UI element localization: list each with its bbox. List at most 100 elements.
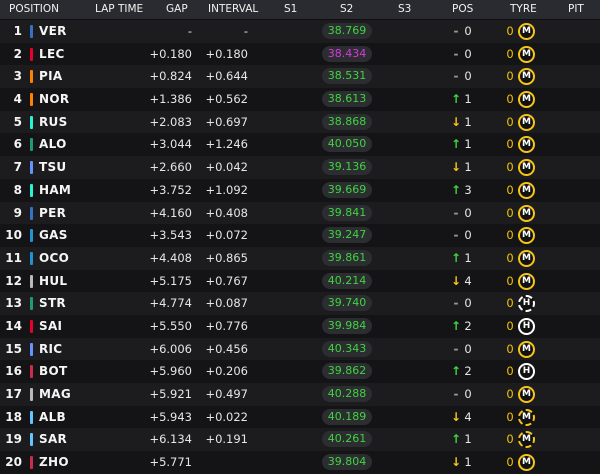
header-gap[interactable]: GAP [166, 0, 188, 19]
pit-count: 0 [506, 160, 514, 175]
table-row[interactable]: 5 RUS +2.083 +0.697 38.868 ↓ 1 0 M [0, 110, 600, 134]
driver-code: GAS [39, 228, 68, 243]
pit-count: 0 [506, 273, 514, 288]
pit-count: 0 [506, 455, 514, 470]
position-number: 6 [13, 137, 22, 152]
pit-count: 0 [506, 92, 514, 107]
table-row[interactable]: 12 HUL +5.175 +0.767 40.214 ↓ 4 0 M [0, 269, 600, 293]
interval-value: +0.206 [205, 364, 248, 379]
interval-value: +0.776 [205, 318, 248, 333]
team-color-bar [30, 456, 33, 470]
table-row[interactable]: 8 HAM +3.752 +1.092 39.669 ↑ 3 0 M [0, 178, 600, 202]
position-change-value: 0 [464, 69, 472, 84]
interval-value: +0.087 [205, 296, 248, 311]
team-color-bar [30, 25, 33, 38]
interval-value: - [243, 24, 248, 38]
s2-sector-time: 39.247 [322, 227, 372, 244]
gap-value: +0.824 [149, 69, 192, 84]
team-color-bar [30, 161, 33, 175]
table-row[interactable]: 14 SAI +5.550 +0.776 39.984 ↑ 2 0 H [0, 314, 600, 338]
team-color-bar [30, 138, 33, 152]
position-change-icon: - [453, 24, 459, 38]
s2-sector-time: 39.804 [322, 454, 372, 471]
s2-sector-time: 40.214 [322, 272, 372, 289]
pit-count: 0 [506, 296, 514, 311]
table-row[interactable]: 20 ZHO +5.771 39.804 ↓ 1 0 M [0, 451, 600, 474]
tyre-compound-icon: M [518, 204, 535, 222]
table-row[interactable]: 4 NOR +1.386 +0.562 38.613 ↑ 1 0 M [0, 88, 600, 111]
position-number: 5 [13, 114, 22, 129]
tyre-compound-icon: M [518, 249, 535, 267]
s2-sector-time: 38.868 [322, 113, 372, 130]
interval-value: +0.767 [205, 273, 248, 288]
position-number: 7 [13, 160, 22, 175]
tyre-compound-icon: M [518, 23, 535, 40]
tyre-compound-icon: H [518, 363, 535, 381]
team-color-bar [30, 229, 33, 243]
position-change-icon: - [453, 296, 459, 311]
tyre-compound-icon: M [518, 340, 535, 358]
pit-count: 0 [506, 318, 514, 333]
tyre-compound-icon: M [518, 159, 535, 177]
header-s2[interactable]: S2 [340, 0, 353, 19]
table-row[interactable]: 9 PER +4.160 +0.408 39.841 - 0 0 M [0, 201, 600, 225]
position-number: 8 [13, 182, 22, 197]
gap-value: +5.550 [149, 318, 192, 333]
driver-code: LEC [39, 46, 65, 61]
table-row[interactable]: 18 ALB +5.943 +0.022 40.189 ↓ 4 0 M [0, 405, 600, 429]
interval-value: +0.644 [205, 69, 248, 84]
header-pit[interactable]: PIT [568, 0, 584, 19]
header-tyre[interactable]: TYRE [510, 0, 537, 19]
driver-code: HUL [39, 273, 68, 288]
position-change-icon: ↑ [450, 137, 462, 152]
position-change-icon: ↑ [450, 182, 462, 197]
s2-sector-time: 40.050 [322, 136, 372, 153]
table-row[interactable]: 16 BOT +5.960 +0.206 39.862 ↑ 2 0 H [0, 360, 600, 383]
table-row[interactable]: 13 STR +4.774 +0.087 39.740 - 0 0 H [0, 292, 600, 315]
position-change-value: 2 [464, 318, 472, 333]
pit-count: 0 [506, 205, 514, 220]
position-change-value: 0 [464, 46, 472, 61]
position-number: 1 [13, 24, 22, 38]
header-position[interactable]: POSITION [9, 0, 59, 19]
position-change-value: 0 [464, 341, 472, 356]
header-s3[interactable]: S3 [398, 0, 411, 19]
s2-sector-time: 40.189 [322, 408, 372, 425]
header-interval[interactable]: INTERVAL [208, 0, 258, 19]
table-row[interactable]: 3 PIA +0.824 +0.644 38.531 - 0 0 M [0, 65, 600, 89]
position-change-value: 0 [464, 24, 472, 38]
table-row[interactable]: 2 LEC +0.180 +0.180 38.434 - 0 0 M [0, 42, 600, 66]
position-change-icon: - [453, 228, 459, 243]
header-s1[interactable]: S1 [284, 0, 297, 19]
table-row[interactable]: 11 OCO +4.408 +0.865 39.861 ↑ 1 0 M [0, 246, 600, 270]
table-row[interactable]: 1 VER - - 38.769 - 0 0 M [0, 20, 600, 43]
position-change-value: 2 [464, 364, 472, 379]
driver-code: RUS [39, 114, 68, 129]
table-row[interactable]: 6 ALO +3.044 +1.246 40.050 ↑ 1 0 M [0, 133, 600, 157]
driver-code: BOT [39, 364, 68, 379]
driver-code: RIC [39, 341, 63, 356]
position-change-icon: ↑ [450, 432, 462, 447]
table-row[interactable]: 7 TSU +2.660 +0.042 39.136 ↓ 1 0 M [0, 156, 600, 179]
driver-code: ALB [39, 409, 66, 424]
driver-code: HAM [39, 182, 72, 197]
table-row[interactable]: 10 GAS +3.543 +0.072 39.247 - 0 0 M [0, 224, 600, 247]
table-row[interactable]: 15 RIC +6.006 +0.456 40.343 - 0 0 M [0, 337, 600, 361]
table-header: POSITION LAP TIME GAP INTERVAL S1 S2 S3 … [0, 0, 600, 19]
tyre-compound-icon: M [518, 408, 535, 426]
header-lap-time[interactable]: LAP TIME [95, 0, 143, 19]
position-number: 15 [5, 341, 22, 356]
driver-code: ZHO [39, 455, 69, 470]
table-row[interactable]: 19 SAR +6.134 +0.191 40.261 ↑ 1 0 M [0, 428, 600, 452]
driver-code: TSU [39, 160, 67, 175]
driver-code: PER [39, 205, 67, 220]
header-pos[interactable]: POS [452, 0, 473, 19]
table-row[interactable]: 17 MAG +5.921 +0.497 40.288 - 0 0 M [0, 383, 600, 406]
driver-code: VER [39, 24, 67, 38]
position-change-value: 3 [464, 182, 472, 197]
team-color-bar [30, 365, 33, 379]
position-number: 4 [13, 92, 22, 107]
position-change-icon: - [453, 341, 459, 356]
s2-sector-time: 39.984 [322, 317, 372, 334]
pit-count: 0 [506, 432, 514, 447]
